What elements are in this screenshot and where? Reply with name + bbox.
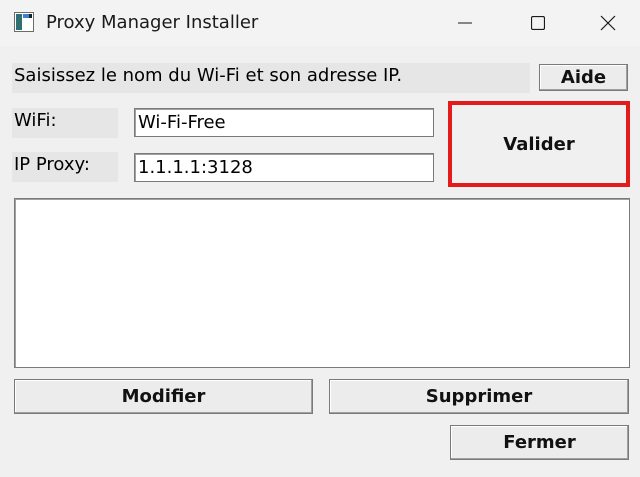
modify-button[interactable]: Modifier: [14, 379, 313, 414]
close-button[interactable]: Fermer: [450, 425, 629, 460]
window-title: Proxy Manager Installer: [46, 12, 259, 33]
ip-proxy-field[interactable]: [134, 153, 434, 182]
ip-proxy-label: IP Proxy:: [12, 152, 118, 182]
proxy-list[interactable]: [14, 198, 630, 368]
close-window-button[interactable]: [573, 0, 640, 46]
app-window-icon: [14, 12, 34, 32]
help-button[interactable]: Aide: [539, 64, 628, 91]
title-bar: Proxy Manager Installer: [0, 0, 640, 46]
validate-button[interactable]: Valider: [453, 106, 625, 182]
wifi-field[interactable]: [134, 108, 434, 137]
minimize-icon: [458, 16, 472, 30]
maximize-icon: [531, 16, 545, 30]
delete-button[interactable]: Supprimer: [329, 379, 629, 414]
wifi-label: WiFi:: [12, 108, 118, 138]
instruction-label: Saisissez le nom du Wi-Fi et son adresse…: [12, 63, 530, 93]
window-content: Saisissez le nom du Wi-Fi et son adresse…: [0, 46, 640, 477]
close-icon: [600, 15, 616, 31]
minimize-button[interactable]: [430, 0, 500, 46]
maximize-button[interactable]: [503, 0, 573, 46]
